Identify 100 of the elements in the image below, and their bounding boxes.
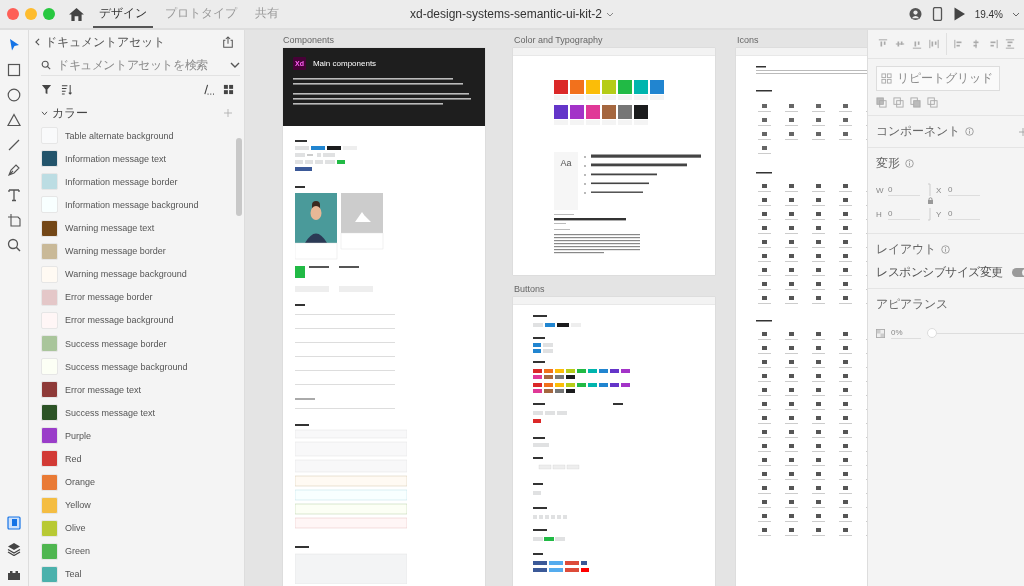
dimension-field[interactable]: 0 bbox=[888, 184, 920, 196]
color-swatch[interactable] bbox=[41, 542, 58, 560]
filter-icon[interactable] bbox=[41, 83, 52, 95]
color-swatch[interactable] bbox=[41, 427, 58, 445]
overlapping-squares-icon[interactable] bbox=[927, 97, 938, 108]
align-icon[interactable] bbox=[988, 39, 998, 49]
zoom-window-button[interactable] bbox=[43, 8, 55, 20]
color-name[interactable]: Success message text bbox=[65, 407, 156, 418]
info-icon[interactable] bbox=[905, 159, 914, 168]
rectangle-tool-icon[interactable] bbox=[7, 63, 21, 77]
color-name[interactable]: Information message border bbox=[65, 176, 178, 187]
caret-icon[interactable] bbox=[1012, 11, 1020, 17]
color-swatch[interactable] bbox=[41, 450, 58, 468]
user-icon[interactable] bbox=[908, 7, 922, 21]
color-name[interactable]: Table alternate background bbox=[65, 130, 174, 141]
align-icon[interactable] bbox=[954, 39, 964, 49]
font-style-icon[interactable] bbox=[203, 83, 214, 95]
color-swatch[interactable] bbox=[41, 381, 58, 399]
color-name[interactable]: Teal bbox=[65, 569, 82, 580]
color-swatch[interactable] bbox=[41, 335, 58, 352]
align-icon[interactable] bbox=[929, 39, 939, 49]
artboard-title[interactable]: Icons bbox=[737, 35, 759, 45]
minimize-window-button[interactable] bbox=[25, 8, 37, 20]
color-name[interactable]: Warning message text bbox=[65, 223, 155, 234]
color-name[interactable]: Warning message border bbox=[65, 246, 166, 257]
color-swatch[interactable] bbox=[41, 404, 58, 422]
color-swatch[interactable] bbox=[41, 496, 58, 514]
color-name[interactable]: Green bbox=[65, 546, 90, 557]
info-icon[interactable] bbox=[941, 245, 950, 254]
zoom-level[interactable]: 19.4% bbox=[974, 8, 1003, 20]
color-name[interactable]: Success message border bbox=[65, 338, 167, 349]
select-tool-icon[interactable] bbox=[7, 38, 21, 52]
back-link[interactable]: ドキュメントアセット bbox=[35, 33, 165, 51]
sort-icon[interactable] bbox=[61, 83, 72, 95]
play-icon[interactable] bbox=[952, 7, 966, 21]
color-swatch[interactable] bbox=[41, 565, 58, 583]
repeat-grid-button[interactable]: リピートグリッド bbox=[876, 66, 1000, 91]
color-name[interactable]: Red bbox=[65, 454, 82, 464]
overlapping-squares-icon[interactable] bbox=[893, 97, 904, 108]
color-swatch[interactable] bbox=[41, 196, 58, 214]
color-swatch[interactable] bbox=[41, 473, 58, 491]
share-icon[interactable] bbox=[222, 36, 234, 49]
color-name[interactable]: Orange bbox=[65, 477, 96, 488]
color-name[interactable]: Information message background bbox=[65, 199, 199, 210]
pen-tool-icon[interactable] bbox=[7, 163, 21, 177]
mode-tab[interactable]: デザイン bbox=[93, 0, 153, 28]
dimension-field[interactable]: 0 bbox=[888, 208, 920, 220]
add-icon[interactable] bbox=[1019, 127, 1024, 136]
color-swatch[interactable] bbox=[41, 519, 58, 537]
dimension-field[interactable]: 0 bbox=[948, 208, 980, 220]
color-swatch[interactable] bbox=[41, 311, 58, 329]
color-name[interactable]: Purple bbox=[65, 430, 91, 441]
align-icon[interactable] bbox=[895, 39, 905, 49]
artboard-title[interactable]: Buttons bbox=[514, 284, 545, 294]
scrollbar-thumb[interactable] bbox=[236, 138, 242, 216]
colors-section-toggle[interactable]: カラー bbox=[41, 104, 88, 122]
color-name[interactable]: Yellow bbox=[65, 500, 91, 511]
triangle-tool-icon[interactable] bbox=[7, 113, 21, 127]
opacity-slider[interactable] bbox=[927, 328, 1024, 338]
info-icon[interactable] bbox=[965, 127, 974, 136]
align-icon[interactable] bbox=[912, 39, 922, 49]
color-swatch[interactable] bbox=[41, 265, 58, 283]
chevron-left-icon[interactable] bbox=[35, 38, 40, 47]
close-window-button[interactable] bbox=[7, 8, 19, 20]
align-icon[interactable] bbox=[1005, 39, 1015, 49]
color-name[interactable]: Information message text bbox=[65, 153, 167, 164]
align-icon[interactable] bbox=[878, 39, 888, 49]
text-tool-icon[interactable] bbox=[7, 188, 21, 202]
phone-icon[interactable] bbox=[930, 7, 944, 21]
overlapping-squares-icon[interactable] bbox=[910, 97, 921, 108]
color-swatch[interactable] bbox=[41, 288, 58, 306]
color-name[interactable]: Olive bbox=[65, 523, 86, 534]
color-name[interactable]: Error message text bbox=[65, 384, 142, 395]
artboard-title[interactable]: Color and Typography bbox=[514, 35, 603, 45]
line-tool-icon[interactable] bbox=[7, 138, 21, 152]
lock-icon[interactable] bbox=[926, 180, 934, 224]
home-icon[interactable] bbox=[69, 7, 84, 21]
caret-icon[interactable] bbox=[606, 11, 614, 17]
color-swatch[interactable] bbox=[41, 242, 58, 260]
artboard-tool-icon[interactable] bbox=[7, 213, 21, 227]
color-swatch[interactable] bbox=[41, 358, 58, 376]
dimension-field[interactable]: 0 bbox=[948, 184, 980, 196]
color-swatch[interactable] bbox=[41, 150, 58, 168]
zoom-tool-icon[interactable] bbox=[7, 238, 21, 252]
overlapping-squares-icon[interactable] bbox=[876, 97, 887, 108]
align-icon[interactable] bbox=[971, 39, 981, 49]
add-icon[interactable] bbox=[224, 109, 232, 118]
color-swatch[interactable] bbox=[41, 219, 58, 237]
color-name[interactable]: Error message border bbox=[65, 292, 153, 303]
chevron-down-icon[interactable] bbox=[41, 110, 48, 116]
artboard-title[interactable]: Components bbox=[283, 35, 335, 45]
ellipse-tool-icon[interactable] bbox=[7, 88, 21, 102]
plugins-icon[interactable] bbox=[7, 568, 21, 582]
assets-panel-icon[interactable] bbox=[7, 516, 21, 530]
opacity-field[interactable]: 0% bbox=[891, 327, 921, 339]
color-name[interactable]: Success message background bbox=[65, 361, 188, 372]
layers-icon[interactable] bbox=[7, 542, 21, 556]
grid-view-icon[interactable] bbox=[223, 83, 234, 95]
color-name[interactable]: Warning message background bbox=[65, 269, 187, 280]
color-swatch[interactable] bbox=[41, 173, 58, 191]
